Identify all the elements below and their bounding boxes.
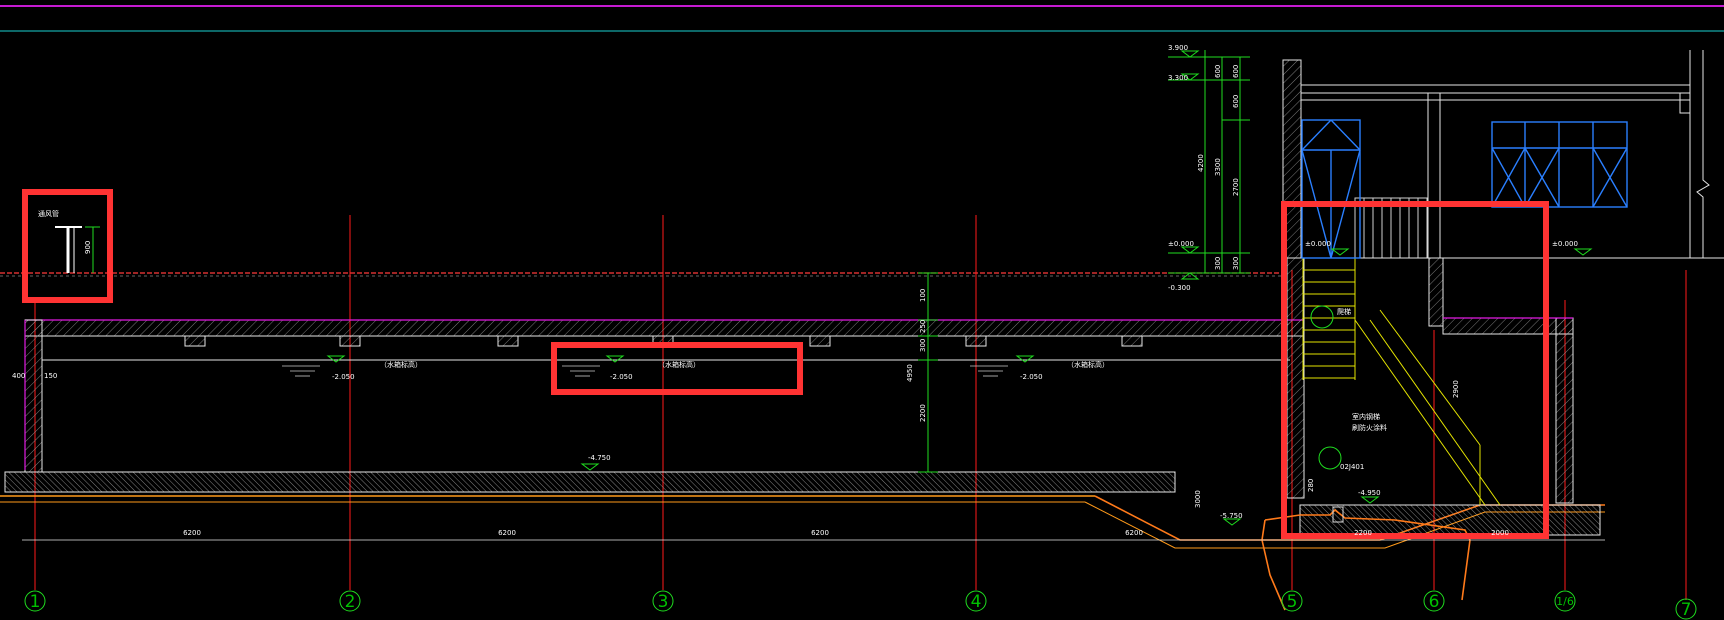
vdim-8: 300 xyxy=(1232,257,1240,270)
left-dim-2: 150 xyxy=(44,372,57,380)
axis-label-3: 3 xyxy=(658,592,669,612)
stair-dim-3: 3000 xyxy=(1194,490,1202,508)
outside-level: -0.300 xyxy=(1168,284,1191,292)
tank-dim-1: 100 xyxy=(919,289,927,302)
stair-note-2: 刷防火涂料 xyxy=(1352,423,1387,432)
vent-pipe-label: 通风管 xyxy=(38,209,59,218)
hdim-3: 6200 xyxy=(811,529,829,537)
hdim-2: 6200 xyxy=(498,529,516,537)
vdim-5: 3300 xyxy=(1214,158,1222,176)
tank-left-wall xyxy=(24,319,43,473)
water-label-left: （水箱标高） xyxy=(380,360,422,369)
hdim-5: 2200 xyxy=(1354,529,1372,537)
vent-dim: 900 xyxy=(84,241,92,254)
level-symbol-stair-bottom xyxy=(1360,496,1380,504)
cad-section-drawing: 1 2 3 4 5 6 1/6 7 6200 6200 6200 6200 22… xyxy=(0,5,1724,620)
steel-stair xyxy=(1354,309,1501,506)
stair-note-1: 室内钢梯 xyxy=(1352,412,1380,421)
tank-dim-3: 300 xyxy=(919,339,927,352)
axis-label-4: 4 xyxy=(971,592,982,612)
water-level-right: -2.050 xyxy=(1020,373,1043,381)
vent-pipe xyxy=(55,226,100,273)
bottom-level: -4.750 xyxy=(588,454,611,462)
left-dim-1: 400 xyxy=(12,372,25,380)
ground-level-left: ±0.000 xyxy=(1168,240,1194,248)
axis-label-6: 6 xyxy=(1429,592,1440,612)
highlight-stair xyxy=(1281,201,1549,539)
level-symbol-water-mid xyxy=(605,355,625,363)
tank-dim-5: 2200 xyxy=(919,404,927,422)
tank-dim-2: 250 xyxy=(919,320,927,333)
top-level-2: 3.300 xyxy=(1168,74,1188,82)
axis-bubbles xyxy=(24,590,1697,620)
hdim-6: 2000 xyxy=(1491,529,1509,537)
axis-label-1: 1 xyxy=(30,592,41,612)
water-level-left: -2.050 xyxy=(332,373,355,381)
break-line xyxy=(1696,50,1710,258)
axis-label-2: 2 xyxy=(345,592,356,612)
water-level-mid: -2.050 xyxy=(610,373,633,381)
vdim-4: 4200 xyxy=(1197,154,1205,172)
ladder-note: 爬梯 xyxy=(1337,307,1351,316)
building-above xyxy=(1282,50,1724,259)
pit-floor-slab xyxy=(1299,504,1601,536)
blue-window xyxy=(1491,121,1628,208)
detail-ref: 02J401 xyxy=(1340,463,1364,471)
stair-right-wall-upper xyxy=(1428,257,1444,327)
stair-right-slab xyxy=(1442,317,1574,335)
stair-dim-2: 2900 xyxy=(1452,380,1460,398)
hdim-1: 6200 xyxy=(183,529,201,537)
top-level-1: 3.900 xyxy=(1168,44,1188,52)
level-symbol-water-left xyxy=(326,355,346,363)
water-label-mid: （水箱标高） xyxy=(658,360,700,369)
vdim-3: 600 xyxy=(1232,95,1240,108)
ground-level-right: ±0.000 xyxy=(1552,240,1578,248)
tank-dim-4: 4950 xyxy=(906,364,914,382)
stair-top-level: ±0.000 xyxy=(1305,240,1331,248)
axis-label-5: 5 xyxy=(1287,592,1298,612)
vdim-6: 2700 xyxy=(1232,178,1240,196)
pit-level: -5.750 xyxy=(1220,512,1243,520)
level-symbol-right-ground xyxy=(1573,248,1593,256)
axis-label-1-6: 1/6 xyxy=(1556,595,1574,608)
tank-bottom-slab xyxy=(4,471,1176,493)
vdim-7: 300 xyxy=(1214,257,1222,270)
tank-roof-slab xyxy=(24,319,1304,337)
axis-label-7: 7 xyxy=(1681,600,1692,620)
level-symbol-stair-top xyxy=(1330,248,1350,256)
hdim-4: 6200 xyxy=(1125,529,1143,537)
stair-left-wall xyxy=(1286,257,1305,499)
stair-right-wall xyxy=(1555,317,1574,504)
detail-circle-ladder xyxy=(1310,305,1334,329)
door-window xyxy=(1301,119,1361,259)
vdim-2: 600 xyxy=(1232,65,1240,78)
stair-dim-1: 280 xyxy=(1307,479,1315,492)
stair-bottom-level: -4.950 xyxy=(1358,489,1381,497)
detail-circle-stair xyxy=(1318,446,1342,470)
level-symbol-bottom xyxy=(580,463,600,471)
level-symbol-water-right xyxy=(1015,355,1035,363)
vdim-1: 600 xyxy=(1214,65,1222,78)
water-label-right: （水箱标高） xyxy=(1067,360,1109,369)
